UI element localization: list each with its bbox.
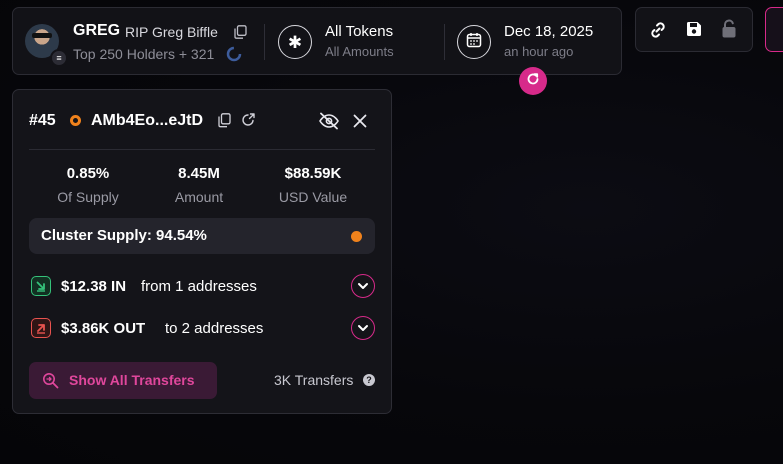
holders-summary[interactable]: Top 250 Holders + 321 [73, 46, 214, 62]
stat-supply: 0.85% Of Supply [33, 165, 143, 205]
list-badge-icon: ≡ [50, 49, 68, 67]
refresh-button[interactable] [519, 67, 547, 95]
spinner-icon [226, 46, 242, 67]
tokens-filter-button[interactable]: ✱ [278, 25, 312, 59]
open-external-icon[interactable] [240, 112, 256, 133]
date-subtitle: an hour ago [504, 44, 574, 59]
stat-label: Of Supply [57, 189, 119, 205]
chevron-down-icon[interactable] [351, 316, 375, 340]
outflow-row[interactable]: $3.86K OUT to 2 addresses [29, 315, 375, 343]
save-icon[interactable] [685, 20, 703, 43]
transfers-count: 3K Transfers [274, 372, 354, 388]
divider [29, 149, 375, 150]
refresh-icon [526, 72, 540, 91]
stat-value: 0.85% [66, 165, 110, 182]
token-header-bar: ≡ GREG RIP Greg Biffle Top 250 Holders +… [12, 7, 622, 75]
bubble-map-button[interactable] [765, 7, 783, 52]
arrow-out-icon [31, 318, 51, 338]
copy-icon[interactable] [218, 113, 231, 133]
stat-value: 8.45M [178, 165, 220, 182]
cluster-supply-row[interactable]: Cluster Supply: 94.54% [29, 218, 375, 254]
date-picker-button[interactable] [457, 25, 491, 59]
asterisk-icon: ✱ [287, 32, 303, 52]
stat-amount: 8.45M Amount [144, 165, 254, 205]
help-icon[interactable]: ? [363, 374, 375, 386]
stat-usd-value: $88.59K USD Value [258, 165, 368, 205]
wallet-address[interactable]: AMb4Eo...eJtD [91, 112, 203, 130]
token-symbol: GREG [73, 22, 121, 39]
wallet-indicator [70, 115, 81, 126]
show-all-transfers-button[interactable]: Show All Transfers [29, 362, 217, 399]
token-description: RIP Greg Biffle [125, 24, 218, 40]
arrow-in-icon [31, 276, 51, 296]
calendar-icon [466, 32, 482, 53]
tokens-filter-title[interactable]: All Tokens [325, 23, 393, 40]
stat-value: $88.59K [284, 165, 342, 182]
wallet-details-panel: #45 AMb4Eo...eJtD 0.85% Of Supply 8.45M … [12, 89, 392, 414]
close-icon[interactable] [353, 114, 367, 133]
chevron-down-icon[interactable] [351, 274, 375, 298]
holder-rank: #45 [29, 112, 56, 129]
link-icon[interactable] [648, 20, 668, 45]
cluster-supply-label: Cluster Supply: 94.54% [41, 227, 207, 244]
copy-icon[interactable] [234, 25, 247, 44]
divider [444, 24, 445, 60]
inflow-row[interactable]: $12.38 IN from 1 addresses [29, 273, 375, 301]
lock-icon[interactable] [721, 19, 737, 44]
outflow-amount: $3.86K OUT [61, 320, 146, 337]
date-title[interactable]: Dec 18, 2025 [504, 23, 593, 40]
cluster-color-indicator [351, 231, 362, 242]
stat-label: Amount [174, 189, 224, 205]
eye-off-icon[interactable] [318, 112, 340, 135]
tokens-filter-subtitle: All Amounts [325, 44, 394, 59]
divider [264, 24, 265, 60]
search-transfers-icon [42, 372, 59, 394]
stat-label: USD Value [278, 189, 348, 205]
inflow-amount: $12.38 IN [61, 278, 127, 295]
inflow-description: from 1 addresses [141, 278, 257, 295]
outflow-description: to 2 addresses [165, 320, 264, 337]
show-all-transfers-label: Show All Transfers [69, 372, 195, 388]
actions-toolbar [635, 7, 753, 52]
